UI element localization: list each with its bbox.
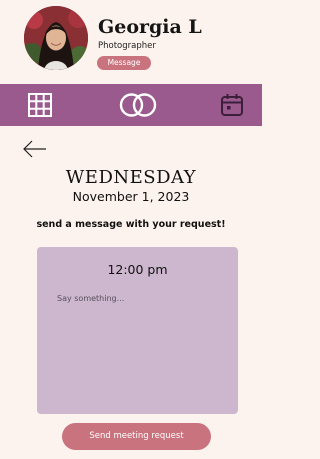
time-label: 12:00 pm — [107, 262, 168, 277]
message-button[interactable]: Message — [97, 56, 151, 70]
profile-photo — [24, 6, 88, 70]
day-title: WEDNESDAY — [65, 167, 197, 188]
back-button[interactable] — [22, 139, 48, 159]
request-card: 12:00 pm — [37, 247, 238, 414]
arrow-left-icon — [23, 140, 46, 158]
profile-role: Photographer — [98, 41, 156, 51]
profile-name: Georgia L — [98, 16, 202, 38]
send-meeting-request-button[interactable]: Send meeting request — [62, 423, 211, 450]
nav-grid-button[interactable] — [22, 84, 58, 126]
rings-icon — [119, 93, 157, 117]
message-input[interactable] — [57, 294, 222, 400]
nav-bar — [0, 84, 262, 126]
nav-rings-button[interactable] — [110, 84, 166, 126]
instruction-text: send a message with your request! — [36, 219, 226, 230]
calendar-icon — [221, 94, 243, 116]
profile-header: Georgia L Photographer Message — [0, 0, 262, 84]
avatar[interactable] — [24, 6, 88, 70]
grid-icon — [28, 93, 52, 117]
date-text: November 1, 2023 — [72, 189, 190, 204]
nav-calendar-button[interactable] — [212, 84, 252, 126]
